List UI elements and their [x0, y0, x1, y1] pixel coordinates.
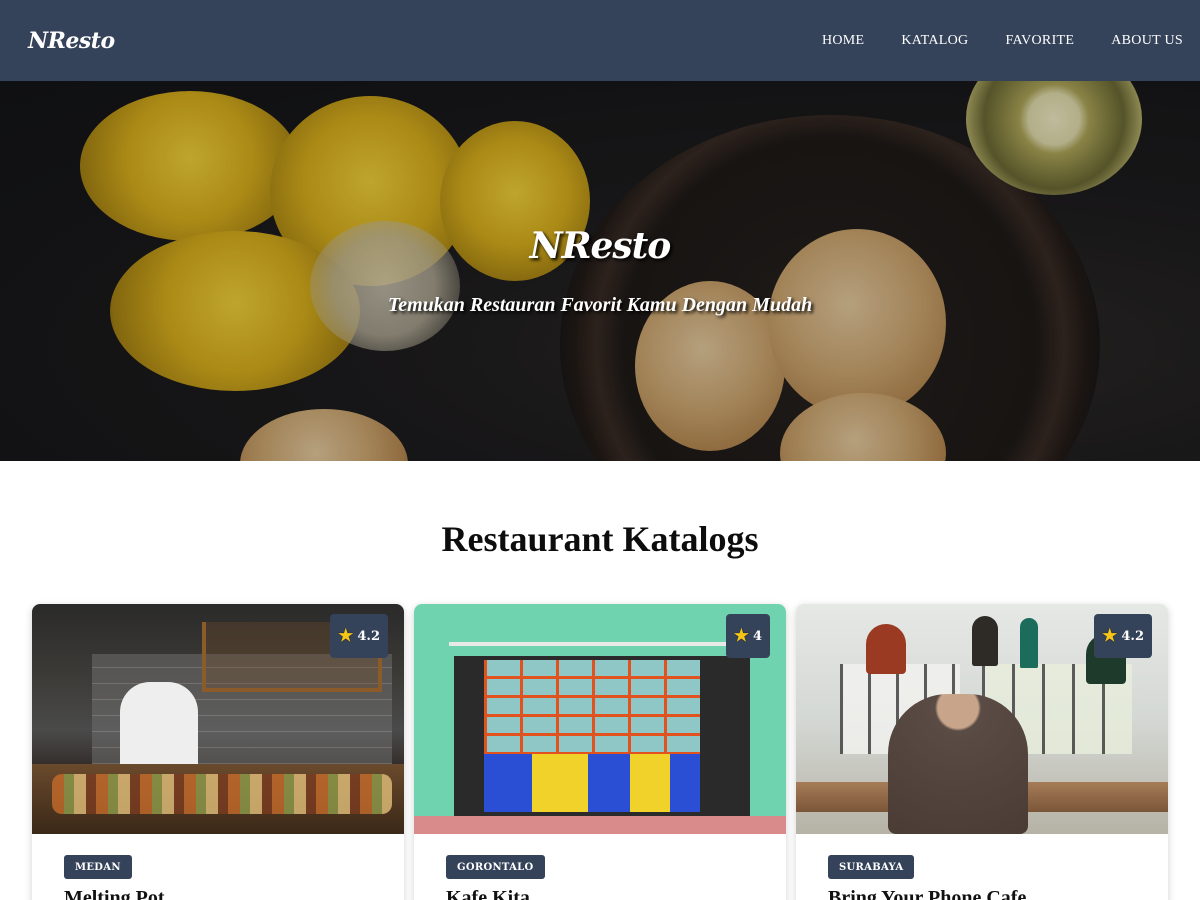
- city-badge: MEDAN: [64, 855, 132, 879]
- nav-link-home[interactable]: HOME: [785, 23, 864, 59]
- star-icon: ★: [338, 626, 354, 646]
- star-icon: ★: [733, 626, 749, 646]
- restaurant-name[interactable]: Melting Pot: [64, 887, 165, 900]
- hero-subtitle: Temukan Restauran Favorit Kamu Dengan Mu…: [387, 294, 813, 316]
- nav-link-about-us[interactable]: ABOUT US: [1074, 23, 1183, 59]
- rating-badge: ★ 4: [725, 614, 770, 658]
- catalog-title: Restaurant Katalogs: [441, 519, 759, 559]
- rating-value: 4.2: [1121, 628, 1144, 644]
- rating-value: 4: [752, 628, 762, 644]
- nav-link-favorite[interactable]: FAVORITE: [968, 23, 1074, 59]
- star-icon: ★: [1102, 626, 1118, 646]
- restaurant-card[interactable]: ★ 4.2 SURABAYA Bring Your Phone Cafe: [796, 604, 1168, 900]
- navbar: NResto HOME KATALOG FAVORITE ABOUT US: [0, 0, 1200, 81]
- nav-menu: HOME KATALOG FAVORITE ABOUT US: [785, 23, 1183, 59]
- brand-logo[interactable]: NResto: [28, 28, 115, 54]
- city-badge: SURABAYA: [828, 855, 915, 879]
- hero-banner: NResto Temukan Restauran Favorit Kamu De…: [0, 81, 1200, 461]
- hero-overlay: [0, 81, 1200, 461]
- city-badge: GORONTALO: [446, 855, 545, 879]
- rating-badge: ★ 4.2: [330, 614, 388, 658]
- hero-title: NResto: [529, 225, 672, 267]
- restaurant-name[interactable]: Bring Your Phone Cafe: [828, 887, 1026, 900]
- rating-badge: ★ 4.2: [1094, 614, 1152, 658]
- restaurant-card[interactable]: ★ 4.2 MEDAN Melting Pot: [32, 604, 404, 900]
- restaurant-card[interactable]: ★ 4 GORONTALO Kafe Kita: [414, 604, 786, 900]
- nav-link-katalog[interactable]: KATALOG: [864, 23, 968, 59]
- rating-value: 4.2: [357, 628, 380, 644]
- restaurant-name[interactable]: Kafe Kita: [446, 887, 530, 900]
